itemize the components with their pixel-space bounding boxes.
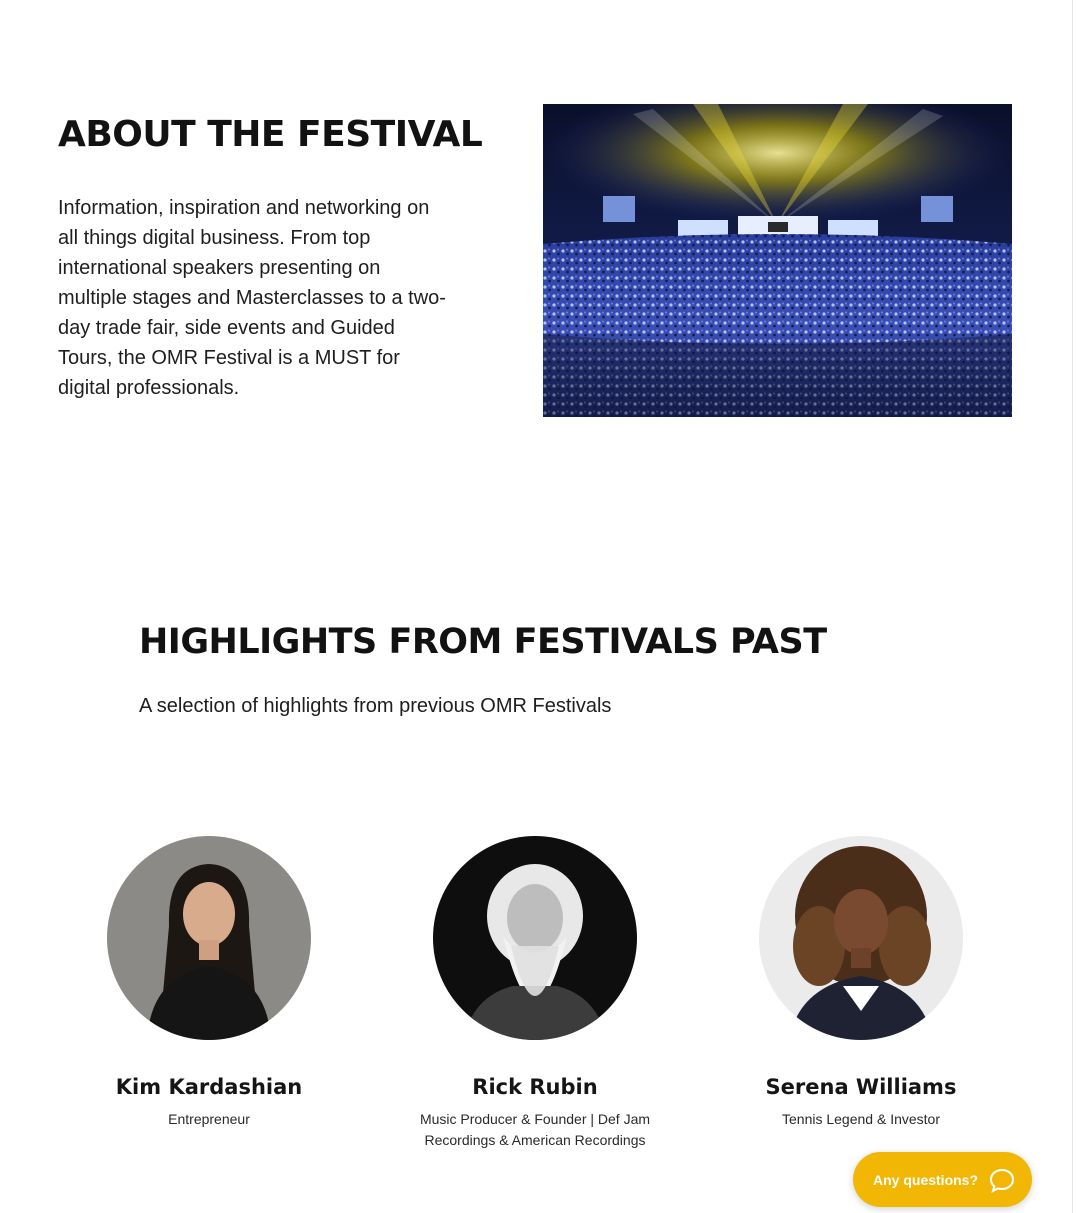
speaker-card[interactable]: Rick Rubin Music Producer & Founder | De…	[405, 836, 665, 1151]
any-questions-label: Any questions?	[873, 1171, 979, 1188]
speaker-photo	[433, 836, 637, 1040]
any-questions-button[interactable]: Any questions?	[853, 1152, 1032, 1207]
page-scroll-edge	[1072, 0, 1073, 1213]
speaker-photo	[107, 836, 311, 1040]
speaker-photo	[759, 836, 963, 1040]
speaker-name: Rick Rubin	[472, 1075, 598, 1099]
speaker-name: Serena Williams	[765, 1075, 957, 1099]
speaker-card[interactable]: Kim Kardashian Entrepreneur	[79, 836, 339, 1130]
festival-crowd-photo	[543, 104, 1012, 417]
highlights-subtitle: A selection of highlights from previous …	[139, 695, 612, 717]
speaker-role: Tennis Legend & Investor	[782, 1111, 940, 1127]
speaker-role: Music Producer & Founder | Def Jam Recor…	[419, 1111, 651, 1148]
about-title: ABOUT THE FESTIVAL	[58, 114, 483, 155]
speaker-role: Entrepreneur	[168, 1111, 250, 1127]
speaker-card[interactable]: Serena Williams Tennis Legend & Investor	[731, 836, 991, 1130]
chat-bubble-icon	[988, 1166, 1016, 1194]
highlights-title: HIGHLIGHTS FROM FESTIVALS PAST	[139, 622, 827, 662]
speaker-name: Kim Kardashian	[115, 1075, 303, 1099]
about-description: Information, inspiration and networking …	[58, 197, 446, 399]
